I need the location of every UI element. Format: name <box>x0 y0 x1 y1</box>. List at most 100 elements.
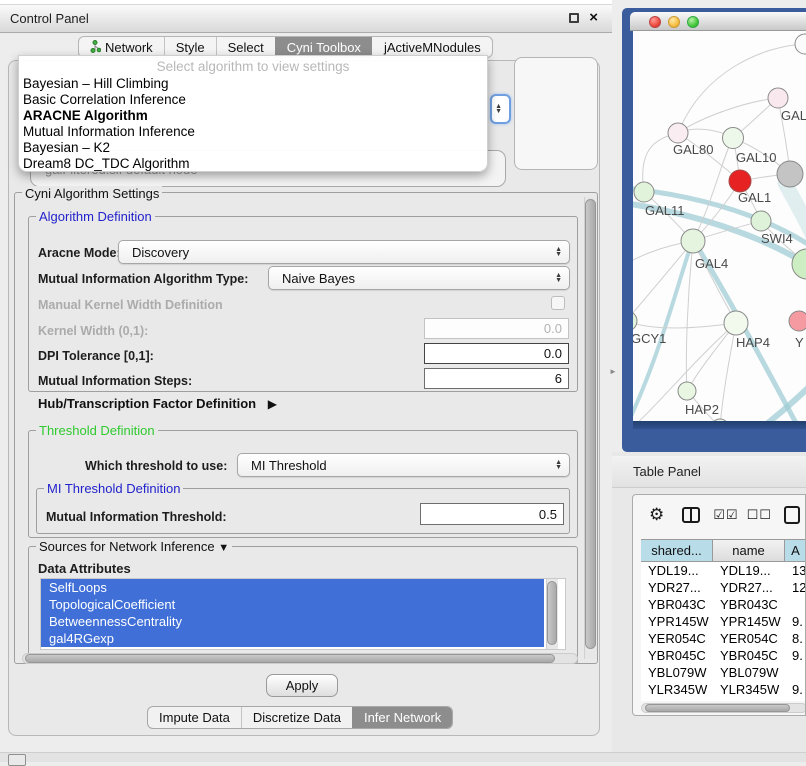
which-threshold-label: Which threshold to use: <box>85 459 227 473</box>
minimize-traffic-light-icon[interactable] <box>668 16 680 28</box>
spinner-arrows-icon: ▲▼ <box>495 104 502 114</box>
aracne-mode-combo[interactable]: Discovery ▲▼ <box>118 240 570 264</box>
node[interactable] <box>795 34 806 54</box>
column-header-name[interactable]: name <box>713 540 785 561</box>
hub-definition-label: Hub/Transcription Factor Definition <box>38 396 256 411</box>
close-traffic-light-icon[interactable] <box>649 16 661 28</box>
table-panel-box: ⚙ ☑☑ ☐☐ shared... name A YDL19... YDL19.… <box>632 494 806 716</box>
expand-down-icon[interactable]: ▼ <box>218 542 229 554</box>
algorithm-option[interactable]: Bayesian – Hill Climbing <box>19 76 487 92</box>
columns-icon[interactable] <box>682 507 700 523</box>
threshold-definition-title: Threshold Definition <box>36 423 158 438</box>
edge <box>720 323 736 422</box>
node-gal10[interactable] <box>723 128 744 149</box>
node-hap4[interactable] <box>724 311 748 335</box>
apply-button[interactable]: Apply <box>266 674 338 697</box>
algorithm-dropdown: Select algorithm to view settings Bayesi… <box>18 55 488 172</box>
table-row[interactable]: YIL052C YIL052C 9. <box>641 698 806 701</box>
deselect-all-checks-icon[interactable]: ☐☐ <box>747 507 772 523</box>
node-label-y: Y <box>795 335 804 350</box>
algorithm-option[interactable]: Dream8 DC_TDC Algorithm <box>19 156 487 172</box>
node-gray[interactable] <box>777 161 803 187</box>
splitter-collapse-icon[interactable]: ► <box>609 367 617 376</box>
tab-label: Style <box>176 40 205 55</box>
mi-type-label: Mutual Information Algorithm Type: <box>38 272 248 286</box>
close-icon[interactable]: × <box>589 12 598 24</box>
column-header-partial[interactable]: A <box>785 540 806 561</box>
algorithm-option[interactable]: ARACNE Algorithm <box>19 108 487 124</box>
data-attribute-item[interactable]: TopologicalCoefficient <box>41 596 544 613</box>
table-hscrollbar-thumb[interactable] <box>645 704 790 712</box>
node-label-gcy1: GCY1 <box>633 331 666 346</box>
which-threshold-combo[interactable]: MI Threshold ▲▼ <box>237 453 570 477</box>
algorithm-option[interactable]: Mutual Information Inference <box>19 124 487 140</box>
network-canvas[interactable]: GAL GAL80 GAL10 GAL1 GAL11 GAL4 SWI4 GCY… <box>633 31 806 422</box>
node-label-gal11: GAL11 <box>645 203 685 218</box>
which-threshold-value: MI Threshold <box>251 458 327 473</box>
table-row[interactable]: YBR043C YBR043C <box>641 596 806 613</box>
aracne-mode-value: Discovery <box>132 245 189 260</box>
table-row[interactable]: YDL19... YDL19... 13 <box>641 562 806 579</box>
node-gal4[interactable] <box>681 229 705 253</box>
algorithm-option[interactable]: Bayesian – K2 <box>19 140 487 156</box>
mi-threshold-input[interactable] <box>420 503 564 525</box>
control-panel-tab[interactable]: Style <box>164 37 216 57</box>
table-row[interactable]: YBL079W YBL079W <box>641 664 806 681</box>
control-panel-tab[interactable]: Cyni Toolbox <box>275 37 372 57</box>
edge <box>633 321 736 328</box>
attr-list-scrollbar-thumb[interactable] <box>547 581 557 645</box>
settings-scrollbar-thumb[interactable] <box>585 199 596 649</box>
gear-icon[interactable]: ⚙ <box>649 505 664 525</box>
node[interactable] <box>751 211 771 231</box>
bottom-tab[interactable]: Impute Data <box>148 707 241 728</box>
table-panel-titlebar: Table Panel <box>612 456 806 488</box>
node-gal-partial[interactable] <box>768 88 788 108</box>
node-gal11[interactable] <box>634 182 654 202</box>
node-hap2[interactable] <box>678 382 696 400</box>
spinner-arrows-icon: ▲▼ <box>555 460 562 470</box>
mi-type-combo[interactable]: Naive Bayes ▲▼ <box>268 266 570 290</box>
network-window-shadow <box>633 421 806 429</box>
table-row[interactable]: YPR145W YPR145W 9. <box>641 613 806 630</box>
control-panel-tab[interactable]: Select <box>216 37 275 57</box>
table-row[interactable]: YDR27... YDR27... 12 <box>641 579 806 596</box>
float-window-icon[interactable] <box>569 13 579 23</box>
column-header-shared-name[interactable]: shared... <box>641 540 713 561</box>
node-gal1[interactable] <box>729 170 751 192</box>
algorithm-dropdown-placeholder: Select algorithm to view settings <box>19 56 487 76</box>
settings-hscrollbar-thumb[interactable] <box>25 654 555 663</box>
data-attribute-item[interactable]: BetweennessCentrality <box>41 613 544 630</box>
aracne-mode-label: Aracne Mode: <box>38 246 121 260</box>
control-panel-title: Control Panel <box>0 11 89 26</box>
table-row[interactable]: YBR045C YBR045C 9. <box>641 647 806 664</box>
node-gal80[interactable] <box>668 123 688 143</box>
control-panel-tab[interactable]: Network <box>79 37 164 57</box>
algorithm-option[interactable]: Basic Correlation Inference <box>19 92 487 108</box>
data-attribute-item[interactable]: gal4RGexp <box>41 630 544 647</box>
network-graph: GAL GAL80 GAL10 GAL1 GAL11 GAL4 SWI4 GCY… <box>633 31 806 422</box>
select-all-checks-icon[interactable]: ☑☑ <box>713 507 738 523</box>
bottom-tab[interactable]: Infer Network <box>352 707 452 728</box>
mi-steps-input[interactable] <box>424 368 569 389</box>
mi-steps-label: Mutual Information Steps: <box>38 374 192 388</box>
tab-label: jActiveMNodules <box>384 40 481 55</box>
dpi-tolerance-input[interactable] <box>424 343 569 364</box>
table-panel-title: Table Panel <box>612 464 701 479</box>
table-row[interactable]: YLR345W YLR345W 9. <box>641 681 806 698</box>
node-gcy1[interactable] <box>633 311 637 331</box>
bottom-tab[interactable]: Discretize Data <box>241 707 352 728</box>
hub-definition-toggle[interactable]: Hub/Transcription Factor Definition ▶ <box>38 396 277 411</box>
node-y-partial[interactable] <box>789 311 806 331</box>
focused-combo-edge[interactable]: ▲▼ <box>490 94 511 124</box>
zoom-traffic-light-icon[interactable] <box>687 16 699 28</box>
manual-kernel-checkbox[interactable] <box>551 296 565 310</box>
page-icon[interactable] <box>784 506 800 524</box>
control-panel-tab[interactable]: jActiveMNodules <box>372 37 492 57</box>
collapse-right-icon: ▶ <box>268 397 277 411</box>
kernel-width-input[interactable] <box>424 318 569 339</box>
status-mini-icon[interactable] <box>8 754 26 766</box>
data-attribute-item[interactable]: SelfLoops <box>41 579 544 596</box>
sources-group-title: Sources for Network Inference ▼ <box>36 539 232 554</box>
table-row[interactable]: YER054C YER054C 8. <box>641 630 806 647</box>
node-label-gal80: GAL80 <box>673 142 713 157</box>
